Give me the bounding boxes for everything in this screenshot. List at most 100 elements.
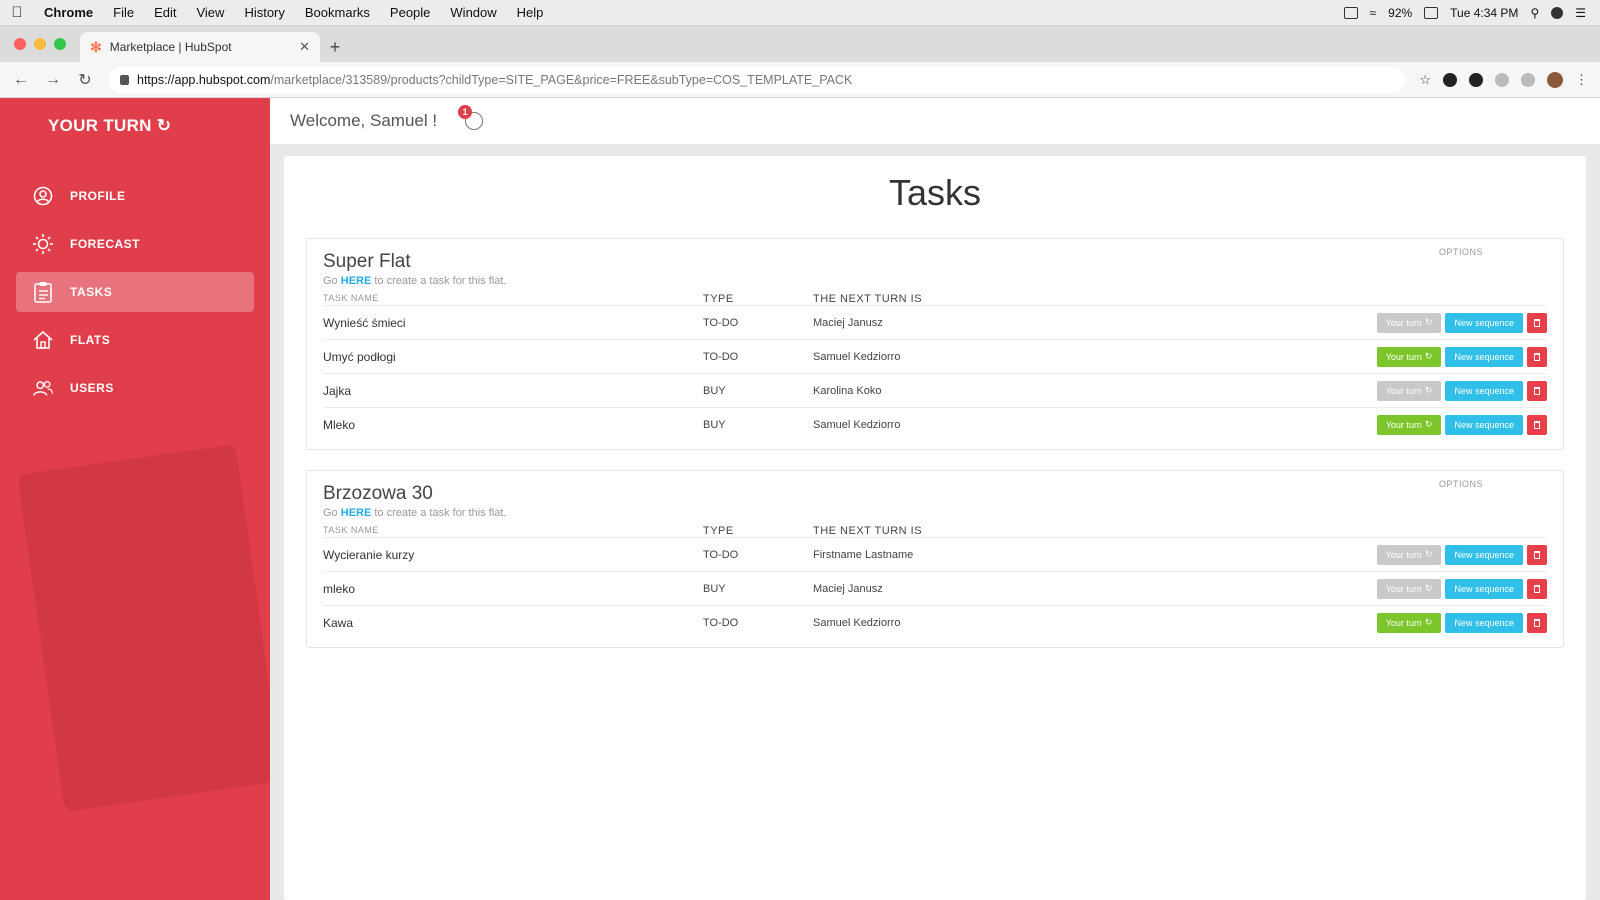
- menu-file[interactable]: File: [103, 5, 144, 20]
- task-options: Your turn ↻ New sequence: [1113, 380, 1547, 401]
- new-sequence-button[interactable]: New sequence: [1445, 578, 1523, 599]
- close-tab-icon[interactable]: ✕: [299, 39, 310, 55]
- sidebar-item-flats[interactable]: FLATS: [16, 320, 254, 360]
- clock[interactable]: Tue 4:34 PM: [1450, 6, 1518, 20]
- zoom-window-button[interactable]: [54, 38, 66, 50]
- wifi-icon[interactable]: ≈: [1370, 6, 1377, 20]
- task-options: Your turn ↻ New sequence: [1113, 414, 1547, 435]
- sidebar-item-users[interactable]: USERS: [16, 368, 254, 408]
- new-sequence-button[interactable]: New sequence: [1445, 612, 1523, 633]
- new-sequence-button[interactable]: New sequence: [1445, 380, 1523, 401]
- address-bar[interactable]: https://app.hubspot.com/marketplace/3135…: [108, 66, 1406, 93]
- next-turn-person: Karolina Koko: [813, 384, 882, 397]
- flat-panel: OPTIONS Super Flat Go HERE to create a tas…: [306, 238, 1564, 450]
- menu-edit[interactable]: Edit: [144, 5, 186, 20]
- next-turn-header: THE NEXT TURN IS: [813, 293, 923, 305]
- delete-task-button[interactable]: [1527, 346, 1547, 367]
- menu-chrome[interactable]: Chrome: [34, 5, 103, 20]
- sidebar-item-forecast[interactable]: FORECAST: [16, 224, 254, 264]
- type-header: TYPE: [703, 293, 734, 305]
- extension-icon[interactable]: [1443, 72, 1457, 87]
- sidebar-item-tasks[interactable]: TASKS: [16, 272, 254, 312]
- close-window-button[interactable]: [14, 38, 26, 50]
- menu-window[interactable]: Window: [440, 5, 506, 20]
- task-options: Your turn ↻ New sequence: [1113, 312, 1547, 333]
- clipboard-icon: [32, 281, 54, 303]
- menu-people[interactable]: People: [380, 5, 440, 20]
- brand[interactable]: YOUR TURN ↻: [0, 98, 270, 158]
- create-task-hint: Go HERE to create a task for this flat.: [323, 507, 1547, 519]
- next-turn-person: Maciej Janusz: [813, 316, 883, 329]
- task-options: Your turn ↻ New sequence: [1113, 346, 1547, 367]
- notification-center-icon[interactable]: ☰: [1575, 6, 1586, 20]
- your-turn-button[interactable]: Your turn ↻: [1376, 612, 1442, 633]
- your-turn-button[interactable]: Your turn ↻: [1376, 380, 1442, 401]
- your-turn-label: Your turn: [1385, 583, 1422, 594]
- delete-task-button[interactable]: [1527, 312, 1547, 333]
- menu-history[interactable]: History: [234, 5, 294, 20]
- your-turn-label: Your turn: [1385, 617, 1422, 628]
- hint-suffix: to create a task for this flat.: [374, 507, 507, 519]
- extension-icon[interactable]: [1521, 72, 1535, 87]
- forward-icon[interactable]: →: [44, 71, 62, 89]
- chrome-menu-icon[interactable]: ⋮: [1575, 72, 1588, 88]
- spotlight-icon[interactable]: ⚲: [1530, 6, 1539, 20]
- new-tab-button[interactable]: +: [320, 32, 350, 62]
- menu-bookmarks[interactable]: Bookmarks: [295, 5, 380, 20]
- options-header: OPTIONS: [1438, 247, 1483, 257]
- create-task-hint: Go HERE to create a task for this flat.: [323, 275, 1547, 287]
- your-turn-button[interactable]: Your turn ↻: [1376, 312, 1442, 333]
- reload-icon[interactable]: ↻: [76, 70, 94, 90]
- top-bar: Welcome, Samuel ! 1: [270, 98, 1600, 144]
- extension-icon[interactable]: [1469, 72, 1483, 87]
- notifications-icon[interactable]: 1: [458, 105, 484, 130]
- browser-tab[interactable]: ✻ Marketplace | HubSpot ✕: [80, 32, 320, 62]
- battery-icon[interactable]: [1424, 6, 1439, 19]
- task-type: TO-DO: [703, 616, 739, 629]
- your-turn-button[interactable]: Your turn ↻: [1376, 578, 1442, 599]
- delete-task-button[interactable]: [1527, 414, 1547, 435]
- browser-tab-strip: ✻ Marketplace | HubSpot ✕ +: [0, 26, 1600, 62]
- table-header: TASK NAME TYPE THE NEXT TURN IS: [323, 525, 1547, 537]
- table-row: Mleko BUY Samuel Kedziorro Your turn ↻ New se…: [323, 407, 1547, 441]
- task-name: Wynieść śmieci: [323, 315, 406, 330]
- siri-icon[interactable]: [1551, 6, 1564, 19]
- task-type: TO-DO: [703, 316, 739, 329]
- table-row: Kawa TO-DO Samuel Kedziorro Your turn ↻ New s…: [323, 605, 1547, 639]
- users-icon: [32, 377, 54, 399]
- task-type: BUY: [703, 384, 726, 397]
- apple-icon[interactable]: : [0, 4, 34, 21]
- menu-view[interactable]: View: [186, 5, 234, 20]
- extension-icon[interactable]: [1495, 72, 1509, 87]
- new-sequence-button[interactable]: New sequence: [1445, 414, 1523, 435]
- browser-toolbar: ← → ↻ https://app.hubspot.com/marketplac…: [0, 62, 1600, 98]
- airplay-icon[interactable]: [1343, 6, 1358, 19]
- battery-percent[interactable]: 92%: [1388, 6, 1412, 20]
- delete-task-button[interactable]: [1527, 544, 1547, 565]
- menu-help[interactable]: Help: [507, 5, 554, 20]
- task-options: Your turn ↻ New sequence: [1113, 578, 1547, 599]
- your-turn-button[interactable]: Your turn ↻: [1376, 346, 1442, 367]
- back-icon[interactable]: ←: [12, 71, 30, 89]
- sidebar-item-profile[interactable]: PROFILE: [16, 176, 254, 216]
- your-turn-button[interactable]: Your turn ↻: [1376, 414, 1442, 435]
- window-controls: [0, 38, 80, 62]
- new-sequence-button[interactable]: New sequence: [1445, 346, 1523, 367]
- next-turn-person: Samuel Kedziorro: [813, 350, 901, 363]
- create-task-link[interactable]: HERE: [341, 507, 372, 519]
- create-task-link[interactable]: HERE: [341, 275, 372, 287]
- delete-task-button[interactable]: [1527, 612, 1547, 633]
- trash-icon: [1534, 386, 1540, 395]
- new-sequence-button[interactable]: New sequence: [1445, 544, 1523, 565]
- bookmark-star-icon[interactable]: ☆: [1419, 72, 1431, 88]
- minimize-window-button[interactable]: [34, 38, 46, 50]
- extensions-area: ☆ ⋮: [1419, 71, 1588, 88]
- your-turn-button[interactable]: Your turn ↻: [1376, 544, 1442, 565]
- next-turn-person: Firstname Lastname: [813, 548, 914, 561]
- notification-badge: 1: [458, 105, 473, 119]
- new-sequence-button[interactable]: New sequence: [1445, 312, 1523, 333]
- delete-task-button[interactable]: [1527, 578, 1547, 599]
- profile-avatar[interactable]: [1547, 71, 1563, 88]
- trash-icon: [1534, 420, 1540, 429]
- delete-task-button[interactable]: [1527, 380, 1547, 401]
